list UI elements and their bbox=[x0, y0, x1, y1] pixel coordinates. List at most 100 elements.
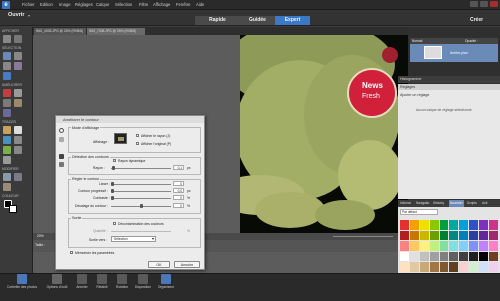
tab-expert[interactable]: Expert bbox=[275, 16, 310, 25]
straighten-tool-icon[interactable] bbox=[3, 183, 11, 191]
menu-affichage[interactable]: Affichage bbox=[153, 2, 170, 7]
clone-stamp-icon[interactable] bbox=[3, 99, 11, 107]
color-swatch[interactable] bbox=[419, 251, 429, 262]
color-swatch[interactable] bbox=[479, 262, 489, 272]
color-swatch[interactable] bbox=[479, 220, 489, 230]
feather-slider-handle[interactable] bbox=[111, 189, 114, 193]
text-tool-icon[interactable] bbox=[14, 146, 22, 154]
marquee-tool-icon[interactable] bbox=[14, 52, 22, 60]
layout-button[interactable]: Disposition bbox=[132, 274, 154, 289]
undo-button[interactable]: Annuler bbox=[72, 274, 92, 289]
erase-refinements-icon[interactable] bbox=[59, 162, 64, 167]
canvas-scrollbar[interactable] bbox=[333, 236, 393, 237]
color-swatch[interactable] bbox=[459, 241, 469, 251]
doc-tab[interactable]: IMG_4003.JPG @ 25% (RVB/8) bbox=[34, 28, 86, 35]
tab-nuancier[interactable]: Nuancier bbox=[449, 200, 464, 207]
zoom-tool-icon[interactable] bbox=[3, 35, 11, 43]
tab-scripts[interactable]: Scripts bbox=[467, 201, 477, 205]
background-color-swatch[interactable] bbox=[9, 205, 17, 213]
color-swatch[interactable] bbox=[469, 241, 479, 251]
color-swatch[interactable] bbox=[489, 262, 498, 272]
menu-fichier[interactable]: Fichier bbox=[22, 2, 35, 7]
color-swatch[interactable] bbox=[429, 230, 439, 241]
smart-radius-checkbox[interactable] bbox=[113, 159, 116, 162]
eraser-tool-icon[interactable] bbox=[14, 126, 22, 134]
contrast-slider-handle[interactable] bbox=[111, 196, 114, 200]
quantity-slider[interactable] bbox=[111, 231, 171, 232]
gradient-tool-icon[interactable] bbox=[14, 136, 22, 144]
smooth-slider[interactable] bbox=[111, 184, 171, 185]
menu-selection[interactable]: Sélection bbox=[115, 2, 132, 7]
color-swatch[interactable] bbox=[419, 220, 429, 230]
remember-settings-checkbox[interactable] bbox=[70, 251, 73, 254]
menu-image[interactable]: Image bbox=[59, 2, 71, 7]
lasso-tool-icon[interactable] bbox=[3, 62, 11, 70]
color-swatch[interactable] bbox=[459, 262, 469, 272]
radius-slider[interactable] bbox=[111, 168, 171, 169]
swatch-set-select[interactable]: Par défaut bbox=[400, 209, 438, 215]
color-swatch[interactable] bbox=[400, 220, 409, 230]
blend-mode[interactable]: Normal bbox=[412, 39, 422, 43]
contrast-value[interactable]: 0 bbox=[173, 195, 184, 200]
zoom-tool-icon[interactable] bbox=[59, 128, 64, 133]
color-swatch[interactable] bbox=[429, 262, 439, 272]
color-swatch[interactable] bbox=[469, 220, 479, 230]
color-swatch[interactable] bbox=[479, 241, 489, 251]
tab-navigatio[interactable]: Navigatio bbox=[416, 201, 429, 205]
contrast-slider[interactable] bbox=[111, 198, 171, 199]
color-swatch[interactable] bbox=[479, 251, 489, 262]
chevron-down-icon[interactable]: ▾ bbox=[28, 13, 30, 18]
menu-edition[interactable]: Edition bbox=[40, 2, 53, 7]
photo-bin-button[interactable]: Corbeille des photos bbox=[2, 274, 42, 289]
tab-historiq[interactable]: Historiq bbox=[433, 201, 444, 205]
hand-tool-icon[interactable] bbox=[14, 35, 22, 43]
menu-reglages[interactable]: Réglages bbox=[75, 2, 93, 7]
spot-healing-icon[interactable] bbox=[14, 89, 22, 97]
color-swatch[interactable] bbox=[439, 220, 449, 230]
color-swatch[interactable] bbox=[489, 220, 498, 230]
shape-tool-icon[interactable] bbox=[3, 146, 11, 154]
color-swatch[interactable] bbox=[439, 251, 449, 262]
feather-value[interactable]: 0,0 bbox=[173, 188, 184, 193]
tab-guidee[interactable]: Guidée bbox=[240, 16, 275, 25]
open-button[interactable]: Ouvrir bbox=[8, 12, 25, 18]
color-swatch[interactable] bbox=[409, 230, 419, 241]
show-original-checkbox[interactable] bbox=[136, 142, 139, 145]
color-swatch[interactable] bbox=[439, 262, 449, 272]
color-swatch[interactable] bbox=[419, 230, 429, 241]
menu-aide[interactable]: Aide bbox=[196, 2, 204, 7]
red-eye-icon[interactable] bbox=[3, 89, 11, 97]
ok-button[interactable]: OK bbox=[148, 261, 170, 268]
color-swatch[interactable] bbox=[419, 262, 429, 272]
color-swatch[interactable] bbox=[489, 230, 498, 241]
decontaminate-checkbox[interactable] bbox=[113, 222, 116, 225]
color-swatch[interactable] bbox=[429, 241, 439, 251]
magic-wand-icon[interactable] bbox=[14, 62, 22, 70]
doc-tab-active[interactable]: IMG_7008.JPG @ 25% (RVB/8) bbox=[87, 28, 145, 35]
shift-edge-value[interactable]: 0 bbox=[173, 203, 184, 208]
tab-infomat[interactable]: Infomat bbox=[400, 201, 411, 205]
color-swatch[interactable] bbox=[429, 220, 439, 230]
close-icon[interactable] bbox=[490, 1, 498, 7]
color-swatch[interactable] bbox=[409, 262, 419, 272]
shift-edge-slider-handle[interactable] bbox=[140, 204, 143, 208]
feather-slider[interactable] bbox=[111, 191, 171, 192]
color-swatch[interactable] bbox=[409, 251, 419, 262]
organizer-button[interactable]: Organiseur bbox=[154, 274, 178, 289]
redo-button[interactable]: Rétablir bbox=[92, 274, 112, 289]
smooth-slider-handle[interactable] bbox=[111, 182, 114, 186]
minimize-icon[interactable] bbox=[470, 1, 478, 7]
photo-canvas[interactable]: News Fresh bbox=[240, 35, 408, 233]
color-swatch[interactable] bbox=[400, 230, 409, 241]
layer-row[interactable]: Arrière-plan bbox=[410, 44, 498, 62]
color-swatch[interactable] bbox=[469, 251, 479, 262]
color-swatch[interactable] bbox=[400, 251, 409, 262]
color-swatch[interactable] bbox=[409, 220, 419, 230]
smooth-value[interactable]: 0 bbox=[173, 181, 184, 186]
color-swatch[interactable] bbox=[439, 241, 449, 251]
color-swatch[interactable] bbox=[459, 251, 469, 262]
output-to-select[interactable]: Sélection bbox=[111, 236, 156, 242]
create-button[interactable]: Créer bbox=[470, 17, 483, 23]
color-swatch[interactable] bbox=[409, 241, 419, 251]
radius-value[interactable]: 0,1 bbox=[173, 165, 184, 170]
